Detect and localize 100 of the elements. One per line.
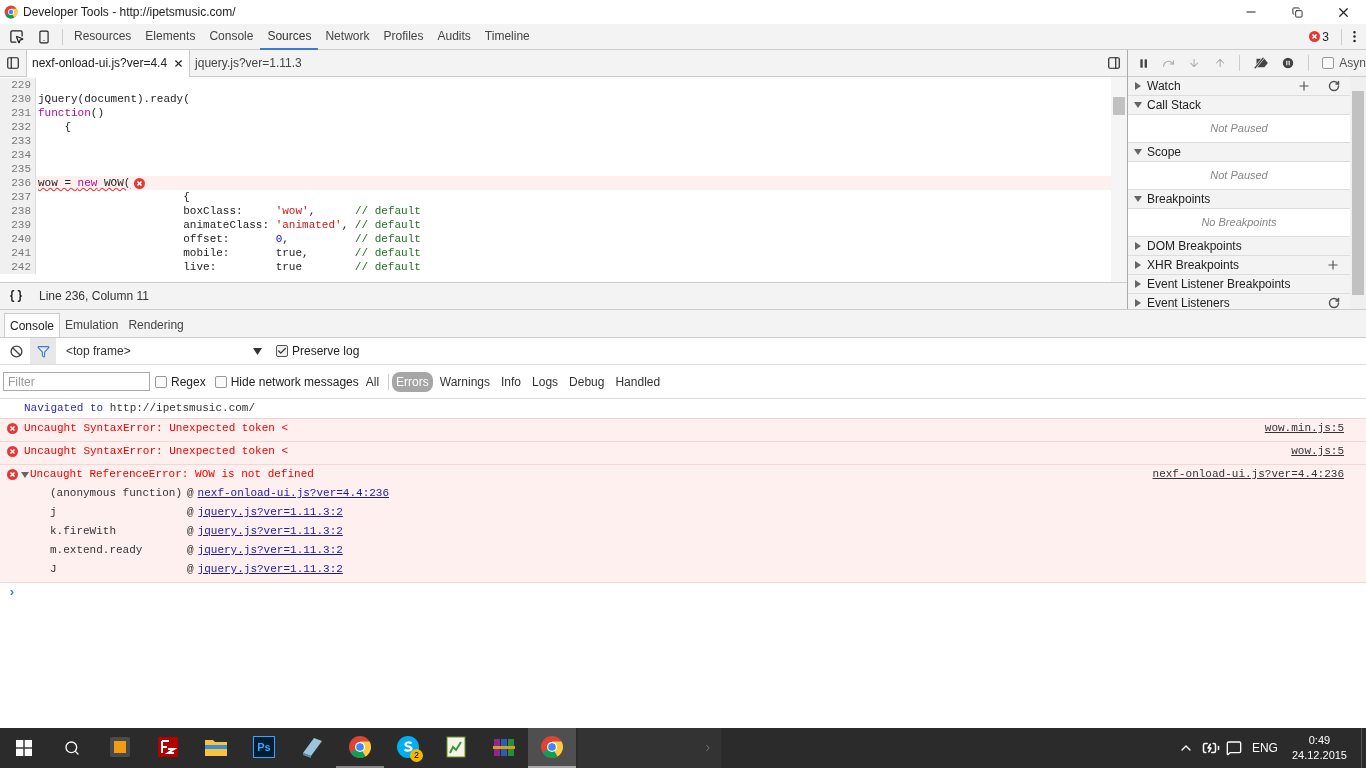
drawer-tab[interactable]: Emulation	[60, 313, 124, 337]
code-text: wow = new WOW(	[37, 176, 131, 190]
level-filter[interactable]: All	[361, 371, 384, 392]
async-checkbox[interactable]: Asyn	[1322, 54, 1366, 72]
checkbox[interactable]	[155, 375, 167, 388]
pretty-print-icon[interactable]	[8, 288, 24, 304]
source-link[interactable]: nexf-onload-ui.js?ver=4.4:236	[1152, 466, 1344, 483]
level-filter[interactable]: Handled	[611, 371, 665, 392]
line-number: 236	[0, 176, 36, 190]
regex-checkbox[interactable]: Regex	[155, 372, 206, 391]
code-text: boxClass: 'wow', // default	[182, 204, 421, 218]
error-icon	[7, 469, 18, 480]
close-icon[interactable]	[173, 57, 185, 69]
at-sign: @	[187, 486, 194, 502]
stack-function: k.fireWith	[50, 524, 117, 540]
panel-tab[interactable]: Network	[318, 23, 377, 50]
inspect-icon[interactable]	[8, 28, 24, 45]
console-message: Navigated to http://ipetsmusic.com/	[24, 401, 256, 417]
empty-message: Not Paused	[1210, 121, 1268, 137]
error-counter[interactable]: 3	[1309, 27, 1329, 46]
clock[interactable]: 0:49 24.12.2015	[1291, 733, 1347, 763]
section-header[interactable]: Watch	[1128, 77, 1350, 96]
source-link[interactable]: wow.min.js:5	[1264, 420, 1344, 437]
restore-icon	[1291, 6, 1303, 18]
disclosure-icon	[1134, 280, 1142, 288]
file-tab[interactable]: nexf-onload-ui.js?ver=4.4	[26, 49, 191, 77]
device-icon[interactable]	[36, 28, 52, 45]
line-number: 229	[0, 78, 36, 92]
code-text: function()	[37, 106, 104, 120]
code-text: {	[182, 190, 190, 204]
app-icon	[156, 735, 180, 759]
navigator-toggle-icon[interactable]	[5, 55, 21, 71]
source-link[interactable]: wow.js:5	[1291, 443, 1344, 460]
pause-icon[interactable]	[1138, 56, 1150, 70]
panel-tab[interactable]: Resources	[67, 23, 139, 50]
skype-app[interactable]: 2	[384, 728, 432, 768]
filter-icon[interactable]	[30, 338, 56, 364]
disclosure-icon	[1134, 299, 1142, 307]
stack-link[interactable]: jquery.js?ver=1.11.3:2	[197, 561, 343, 578]
code-text: {	[63, 120, 71, 134]
windows-icon	[16, 740, 32, 756]
panel-tab[interactable]: Console	[202, 23, 261, 50]
line-number: 235	[0, 162, 36, 176]
pause-on-exceptions-icon[interactable]	[1281, 55, 1296, 71]
drawer-tab[interactable]: Rendering	[123, 313, 189, 337]
panel-tab[interactable]: Elements	[138, 23, 203, 50]
stack-link[interactable]: nexf-onload-ui.js?ver=4.4:236	[197, 485, 390, 502]
stack-function: J	[50, 562, 58, 578]
console-prompt[interactable]: ›	[8, 583, 16, 603]
dropdown-arrow-icon	[253, 347, 262, 355]
add-icon[interactable]	[1297, 79, 1311, 93]
level-filter[interactable]: Debug	[565, 371, 609, 392]
at-sign: @	[187, 524, 194, 540]
skype-icon	[396, 735, 420, 759]
deactivate-breakpoints-icon[interactable]	[1252, 56, 1269, 70]
error-text: Uncaught SyntaxError: Unexpected token <	[24, 421, 289, 437]
preserve-log-checkbox[interactable]: Preserve log	[276, 342, 360, 360]
line-number: 239	[0, 218, 36, 232]
empty-message: Not Paused	[1210, 168, 1268, 184]
checkbox[interactable]	[1322, 57, 1335, 69]
sidebar-toggle-icon[interactable]	[1106, 55, 1122, 71]
stack-link[interactable]: jquery.js?ver=1.11.3:2	[197, 504, 343, 521]
code-text: mobile: true, // default	[182, 246, 421, 260]
clear-console-icon[interactable]	[8, 343, 24, 359]
drawer-tab[interactable]: Console	[4, 313, 61, 337]
level-filter[interactable]: Warnings	[435, 371, 494, 392]
checkbox[interactable]	[214, 375, 227, 388]
error-icon	[7, 446, 18, 457]
file-tab[interactable]: jquery.js?ver=1.11.3	[190, 49, 307, 77]
panel-tab[interactable]: Profiles	[376, 23, 431, 50]
section-title: Scope	[1147, 144, 1182, 161]
disclosure-icon	[1134, 82, 1142, 90]
stack-function: m.extend.ready	[50, 543, 144, 559]
stack-link[interactable]: jquery.js?ver=1.11.3:2	[197, 542, 343, 559]
panel-tab[interactable]: Audits	[430, 23, 478, 50]
notification-badge: 2	[410, 749, 423, 762]
error-text: Uncaught SyntaxError: Unexpected token <	[24, 444, 289, 460]
checkbox[interactable]	[276, 345, 288, 357]
app-icon	[444, 735, 468, 759]
cursor-position: Line 236, Column 11	[39, 288, 149, 305]
notifications-icon[interactable]	[1225, 740, 1242, 756]
hide-network-checkbox[interactable]: Hide network messages	[214, 372, 359, 391]
refresh-icon[interactable]	[1328, 297, 1340, 309]
stack-link[interactable]: jquery.js?ver=1.11.3:2	[197, 523, 343, 540]
refresh-icon[interactable]	[1328, 80, 1340, 92]
section-title: Event Listener Breakpoints	[1147, 276, 1291, 293]
search-icon	[64, 740, 80, 756]
language-indicator[interactable]: ENG	[1251, 739, 1278, 757]
context-dropdown[interactable]: <top frame>	[66, 342, 262, 360]
disclosure-icon	[1134, 195, 1142, 203]
level-filter[interactable]: Logs	[528, 371, 563, 392]
line-number: 233	[0, 134, 36, 148]
chrome-icon	[4, 5, 18, 19]
code-text: live: true // default	[182, 260, 421, 274]
filter-field[interactable]: Filter	[3, 372, 150, 391]
stack-function: (anonymous function)	[50, 486, 184, 502]
books-icon	[492, 736, 516, 758]
panel-tab[interactable]: Timeline	[477, 23, 537, 50]
level-filter[interactable]: Info	[497, 371, 526, 392]
add-icon[interactable]	[1326, 258, 1340, 272]
